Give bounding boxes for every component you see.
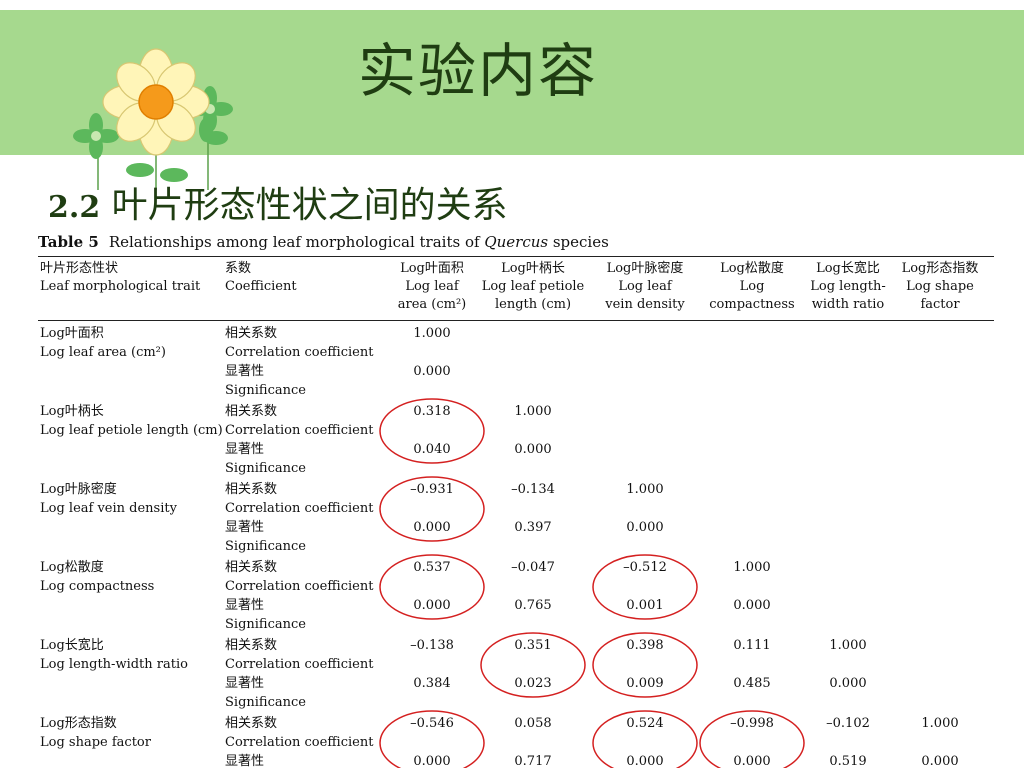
highlight-ring-r5-c3 <box>699 710 805 768</box>
highlight-ring-r3-c0 <box>379 554 485 620</box>
highlight-ring-r5-c0 <box>379 710 485 768</box>
highlight-ring-r5-c2 <box>592 710 698 768</box>
highlight-ring-r3-c2 <box>592 554 698 620</box>
highlight-ring-r2-c0 <box>379 476 485 542</box>
highlight-ring-r1-c0 <box>379 398 485 464</box>
highlight-ring-r4-c1 <box>480 632 586 698</box>
highlight-rings <box>379 398 805 768</box>
highlight-ring-r4-c2 <box>592 632 698 698</box>
